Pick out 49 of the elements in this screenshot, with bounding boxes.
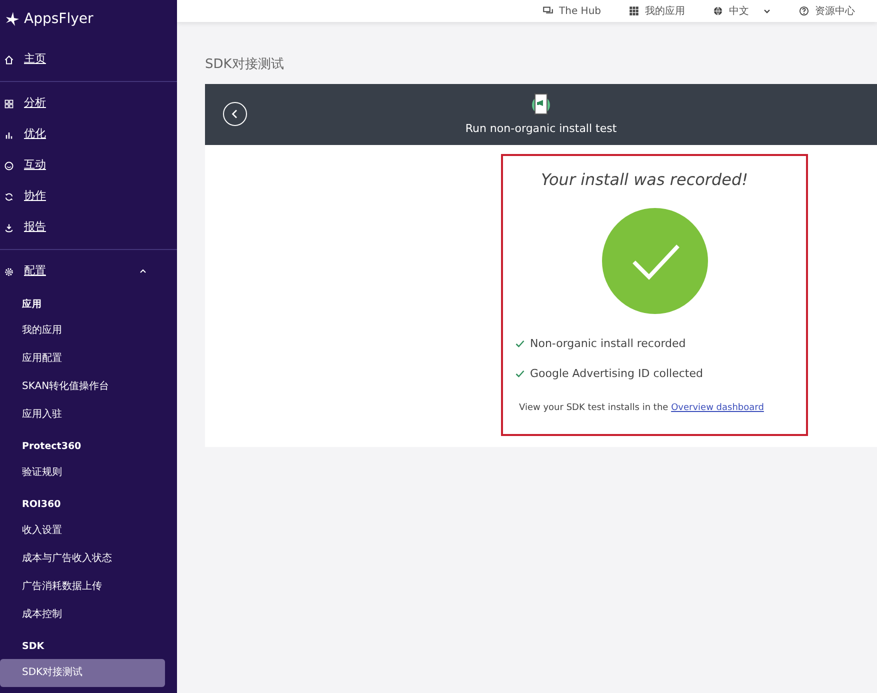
topbar-link[interactable]: 中文 (713, 4, 771, 18)
nav-item[interactable]: 报告 (0, 212, 177, 243)
nav-link[interactable]: 收入设置 (0, 517, 165, 545)
check-label: Google Advertising ID collected (530, 366, 703, 382)
nav-link[interactable]: 广告消耗数据上传 (0, 573, 165, 601)
nav-link[interactable]: SKAN转化值操作台 (0, 373, 165, 401)
nav-item[interactable]: 互动 (0, 150, 177, 181)
nav-link[interactable]: 我的应用 (0, 317, 165, 345)
home-icon (4, 54, 14, 64)
nav-item[interactable]: 配置 (0, 256, 177, 287)
grid-icon (4, 98, 14, 108)
page-title: SDK对接测试 (205, 56, 285, 74)
chevron-down-icon (763, 6, 771, 15)
nav-link[interactable]: 验证规则 (0, 459, 165, 487)
logo-icon (4, 11, 20, 27)
nav-link[interactable]: SDK对接测试 (0, 659, 165, 687)
download-icon (4, 222, 14, 232)
nav-item[interactable]: 优化 (0, 119, 177, 150)
back-button[interactable] (223, 102, 247, 126)
section-heading: ROI360 (21, 498, 62, 512)
nav-item[interactable]: 分析 (0, 88, 177, 119)
settings-icon (4, 266, 14, 276)
apps-grid-icon (629, 6, 639, 16)
chat-icon (543, 6, 554, 16)
nav-link[interactable]: 成本与广告收入状态 (0, 545, 165, 573)
phone-megaphone-icon (529, 90, 553, 117)
bar-chart-icon (4, 130, 14, 140)
logo-text: AppsFlyer (24, 10, 94, 28)
topbar-link[interactable]: 资源中心 (799, 4, 855, 18)
nav-item[interactable]: 协作 (0, 181, 177, 212)
card-title: Run non-organic install test (465, 120, 617, 137)
success-checkmark-icon (602, 208, 708, 314)
nav-link[interactable]: 应用配置 (0, 345, 165, 373)
refresh-icon (4, 192, 14, 202)
section-heading: 应用 (21, 298, 43, 312)
footer-text: View your SDK test installs in the Overview dashboard (519, 402, 765, 414)
help-icon (799, 6, 809, 16)
globe-icon (713, 6, 723, 16)
nav-link[interactable]: 成本控制 (0, 601, 165, 629)
result-title: Your install was recorded! (541, 168, 750, 190)
section-heading: Protect360 (21, 440, 82, 454)
topbar-link[interactable]: 我的应用 (629, 4, 685, 18)
topbar-link[interactable]: The Hub (543, 4, 601, 18)
nav-link[interactable]: 应用入驻 (0, 401, 165, 429)
section-heading: SDK (21, 640, 46, 654)
overview-link[interactable]: Overview dashboard (671, 402, 764, 412)
check-label: Non-organic install recorded (530, 336, 686, 352)
nav-item[interactable]: 主页 (0, 44, 177, 75)
smiley-icon (4, 160, 14, 170)
